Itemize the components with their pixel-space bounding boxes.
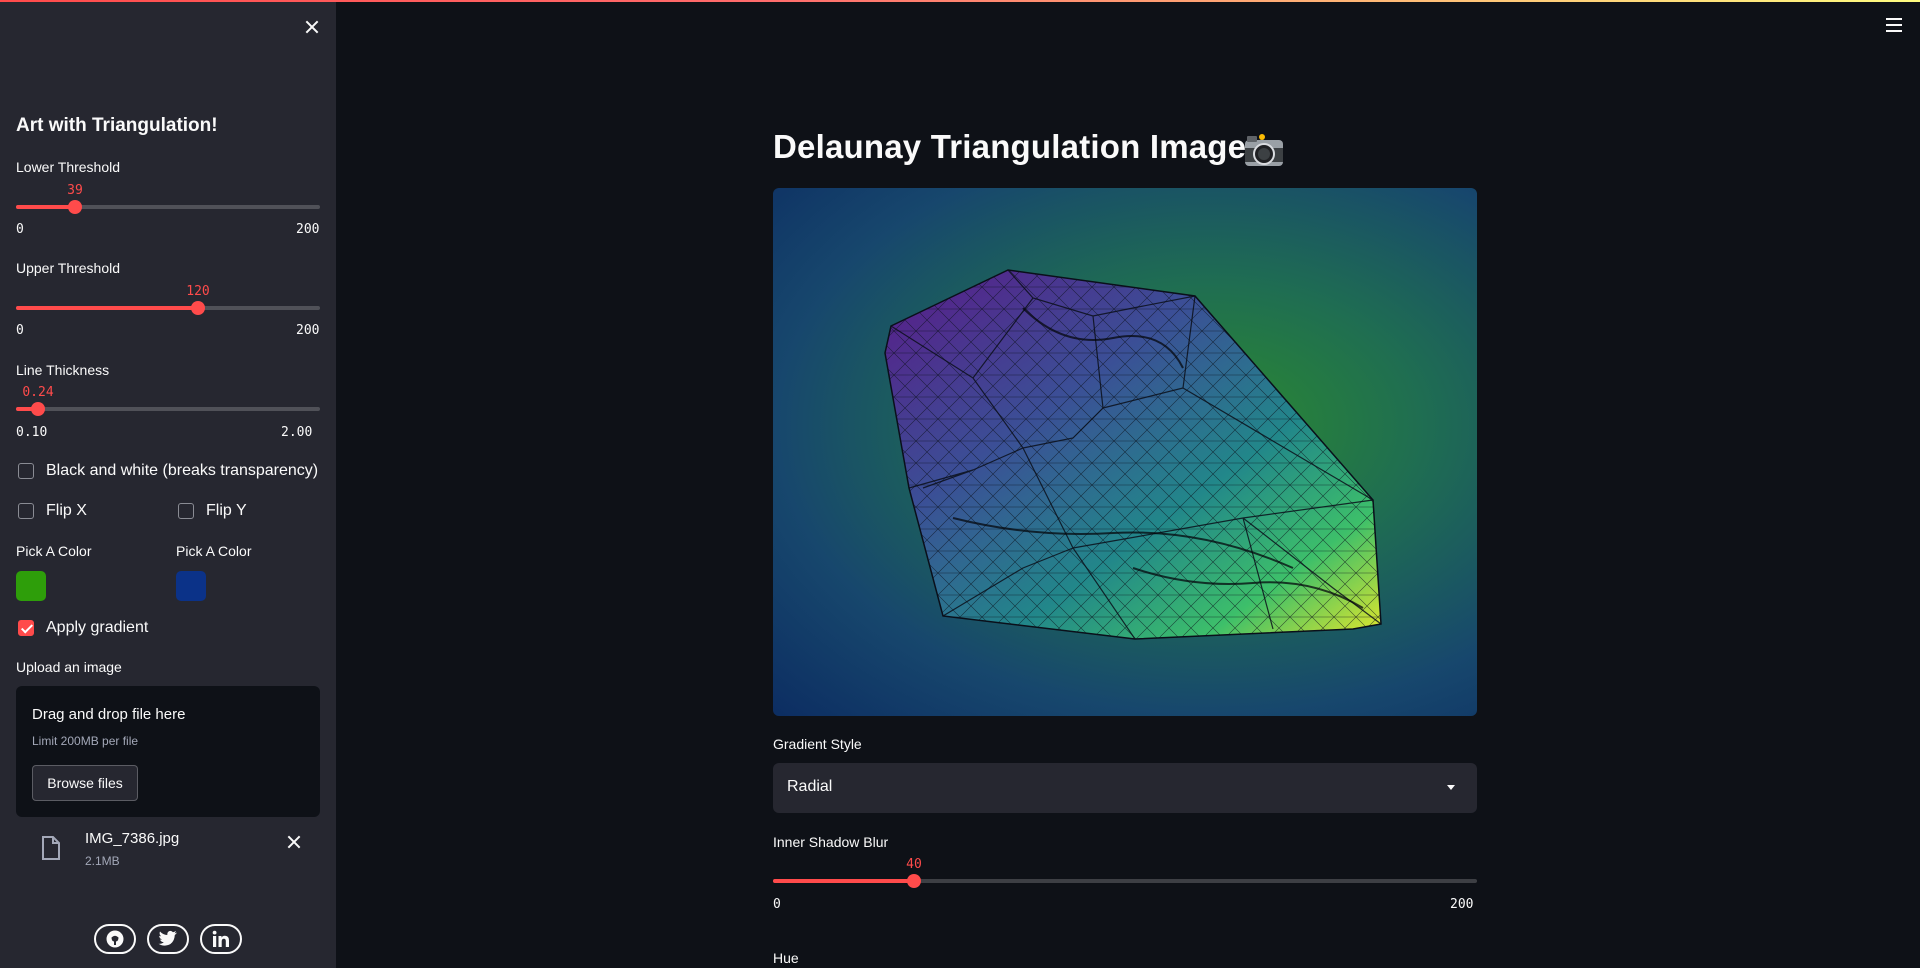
inner-shadow-blur-value: 40 — [906, 857, 922, 872]
apply-gradient-label: Apply gradient — [46, 619, 149, 636]
color-picker-2-swatch[interactable] — [176, 571, 206, 601]
line-thickness-min: 0.10 — [16, 425, 48, 440]
upper-threshold-slider[interactable] — [16, 301, 320, 315]
bw-checkbox[interactable] — [18, 463, 34, 479]
lower-threshold-slider[interactable] — [16, 200, 320, 214]
gradient-style-value: Radial — [787, 778, 833, 795]
apply-gradient-checkbox[interactable] — [18, 620, 34, 636]
inner-shadow-blur-min: 0 — [773, 897, 781, 912]
sidebar-close-icon[interactable] — [301, 16, 323, 38]
upper-threshold-value: 120 — [186, 284, 210, 299]
flip-y-label: Flip Y — [206, 502, 247, 519]
file-size: 2.1MB — [85, 854, 120, 868]
flip-x-label: Flip X — [46, 502, 87, 519]
remove-file-icon[interactable] — [284, 832, 304, 852]
upper-threshold-min: 0 — [16, 323, 24, 338]
hue-label: Hue — [773, 950, 799, 966]
lower-threshold-value: 39 — [67, 183, 83, 198]
slider-thumb[interactable] — [31, 402, 45, 416]
line-thickness-slider[interactable] — [16, 402, 320, 416]
color-picker-1-label: Pick A Color — [16, 543, 92, 559]
triangulated-art-image — [773, 188, 1477, 716]
camera-icon — [1245, 134, 1283, 166]
twitter-icon[interactable] — [147, 924, 189, 954]
flip-y-checkbox[interactable] — [178, 503, 194, 519]
inner-shadow-blur-label: Inner Shadow Blur — [773, 834, 889, 850]
bw-checkbox-label: Black and white (breaks transparency) — [46, 462, 319, 479]
upper-threshold-max: 200 — [296, 323, 320, 338]
flip-y-checkbox-row[interactable]: Flip Y — [178, 502, 247, 520]
slider-thumb[interactable] — [907, 874, 921, 888]
browse-files-button[interactable]: Browse files — [32, 765, 138, 801]
slider-thumb[interactable] — [191, 301, 205, 315]
chevron-down-icon — [1447, 785, 1455, 790]
lower-threshold-label: Lower Threshold — [16, 159, 121, 175]
lower-threshold-max: 200 — [296, 222, 320, 237]
gradient-style-select[interactable]: Radial — [773, 763, 1477, 813]
upper-threshold-label: Upper Threshold — [16, 260, 121, 276]
sidebar-title: Art with Triangulation! — [16, 115, 218, 136]
top-decoration-bar — [0, 0, 1920, 2]
linkedin-icon[interactable] — [200, 924, 242, 954]
dropzone-limit: Limit 200MB per file — [32, 734, 139, 748]
color-picker-1-swatch[interactable] — [16, 571, 46, 601]
slider-fill — [773, 879, 914, 883]
file-icon — [42, 836, 60, 860]
line-thickness-label: Line Thickness — [16, 362, 110, 378]
apply-gradient-checkbox-row[interactable]: Apply gradient — [18, 619, 148, 637]
lower-threshold-min: 0 — [16, 222, 24, 237]
flip-x-checkbox-row[interactable]: Flip X — [18, 502, 87, 520]
file-dropzone[interactable]: Drag and drop file here Limit 200MB per … — [16, 686, 320, 817]
sidebar: Art with Triangulation! Lower Threshold … — [0, 0, 336, 968]
gradient-style-label: Gradient Style — [773, 736, 862, 752]
upload-label: Upload an image — [16, 659, 122, 675]
inner-shadow-blur-slider[interactable] — [773, 874, 1477, 888]
page-title: Delaunay Triangulation Image — [773, 128, 1247, 165]
file-name: IMG_7386.jpg — [85, 830, 180, 847]
bw-checkbox-row[interactable]: Black and white (breaks transparency) — [18, 462, 318, 480]
color-picker-2-label: Pick A Color — [176, 543, 252, 559]
flip-x-checkbox[interactable] — [18, 503, 34, 519]
line-thickness-max: 2.00 — [281, 425, 313, 440]
line-thickness-value: 0.24 — [22, 385, 54, 400]
hamburger-menu-icon[interactable] — [1886, 18, 1902, 32]
slider-fill — [16, 306, 198, 310]
slider-fill — [16, 205, 75, 209]
uploaded-file: IMG_7386.jpg 2.1MB — [16, 826, 320, 874]
slider-thumb[interactable] — [68, 200, 82, 214]
dropzone-title: Drag and drop file here — [32, 706, 186, 723]
github-icon[interactable] — [94, 924, 136, 954]
inner-shadow-blur-max: 200 — [1450, 897, 1474, 912]
